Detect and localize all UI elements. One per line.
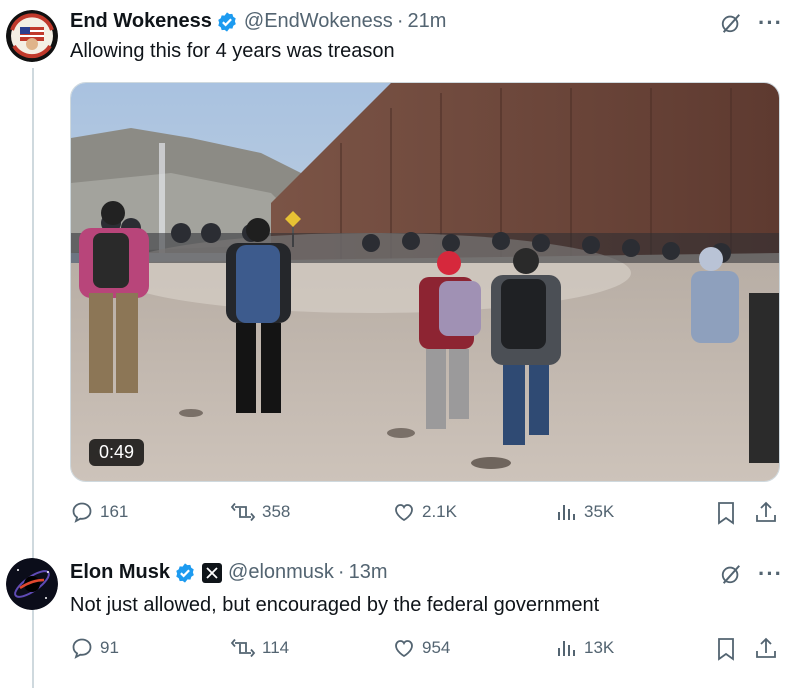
author-name[interactable]: End Wokeness bbox=[70, 10, 212, 33]
timestamp[interactable]: 21m bbox=[407, 10, 446, 33]
tweet1-header: End Wokeness @EndWokeness · 21m bbox=[70, 10, 446, 33]
verified-badge-icon bbox=[218, 11, 236, 32]
views-icon bbox=[558, 641, 575, 656]
tweet2-top-actions: ··· bbox=[720, 561, 783, 587]
timestamp[interactable]: 13m bbox=[349, 561, 388, 584]
tweet1-text: Allowing this for 4 years was treason bbox=[70, 40, 395, 62]
tweet1-action-bar: 161 358 2.1K 35K bbox=[70, 500, 780, 530]
tweet2-header: Elon Musk @elonmusk · 13m bbox=[70, 561, 388, 584]
reply-count: 161 bbox=[100, 502, 129, 521]
tweet2-text: Not just allowed, but encouraged by the … bbox=[70, 594, 600, 616]
view-count: 35K bbox=[584, 502, 615, 521]
author-handle[interactable]: @EndWokeness bbox=[244, 10, 393, 33]
avatar-image bbox=[6, 558, 58, 610]
avatar-image bbox=[6, 10, 58, 62]
reply-button[interactable]: 91 bbox=[70, 636, 119, 660]
repost-count: 358 bbox=[262, 502, 291, 521]
verified-badge-icon bbox=[176, 562, 194, 583]
reply-icon bbox=[72, 502, 92, 523]
separator: · bbox=[337, 561, 345, 583]
repost-button[interactable]: 358 bbox=[230, 500, 290, 524]
views-icon bbox=[558, 505, 575, 520]
bookmark-icon[interactable] bbox=[714, 636, 738, 662]
x-affiliation-badge[interactable] bbox=[202, 562, 223, 583]
author-handle[interactable]: @elonmusk bbox=[228, 561, 334, 584]
bookmark-icon[interactable] bbox=[714, 500, 738, 526]
grok-icon[interactable] bbox=[720, 563, 742, 585]
more-icon[interactable]: ··· bbox=[758, 10, 783, 36]
views-button[interactable]: 35K bbox=[554, 500, 614, 524]
reply-icon bbox=[72, 638, 92, 659]
avatar-endwokeness[interactable] bbox=[6, 10, 58, 62]
share-icon[interactable] bbox=[754, 636, 778, 662]
video-duration: 0:49 bbox=[89, 439, 145, 466]
author-name[interactable]: Elon Musk bbox=[70, 561, 170, 584]
view-count: 13K bbox=[584, 638, 615, 657]
reply-button[interactable]: 161 bbox=[70, 500, 128, 524]
separator: · bbox=[396, 10, 404, 32]
repost-button[interactable]: 114 bbox=[230, 636, 289, 660]
share-icon[interactable] bbox=[754, 500, 778, 526]
tweet1-top-actions: ··· bbox=[720, 10, 783, 36]
tweet1-video[interactable]: 0:49 bbox=[70, 82, 780, 482]
video-thumbnail bbox=[71, 83, 779, 481]
repost-count: 114 bbox=[262, 638, 290, 657]
like-button[interactable]: 2.1K bbox=[392, 500, 457, 524]
like-count: 2.1K bbox=[422, 502, 457, 521]
tweet2-action-bar: 91 114 954 13K bbox=[70, 636, 780, 666]
like-count: 954 bbox=[422, 638, 451, 657]
repost-icon bbox=[230, 638, 256, 658]
views-button[interactable]: 13K bbox=[554, 636, 614, 660]
reply-count: 91 bbox=[100, 638, 119, 657]
like-icon bbox=[395, 640, 413, 658]
like-icon bbox=[395, 504, 413, 522]
avatar-elonmusk[interactable] bbox=[6, 558, 58, 610]
x-logo-icon bbox=[206, 566, 218, 579]
like-button[interactable]: 954 bbox=[392, 636, 450, 660]
more-icon[interactable]: ··· bbox=[758, 561, 783, 587]
grok-icon[interactable] bbox=[720, 12, 742, 34]
repost-icon bbox=[230, 502, 256, 522]
